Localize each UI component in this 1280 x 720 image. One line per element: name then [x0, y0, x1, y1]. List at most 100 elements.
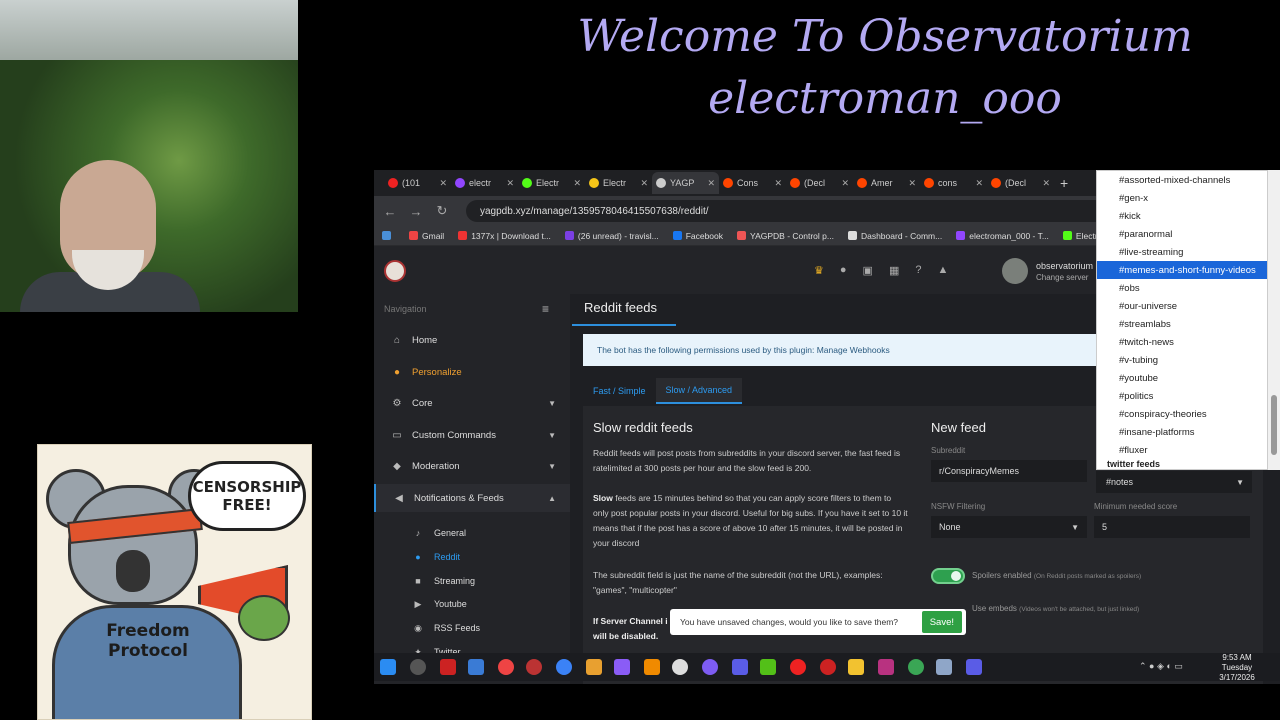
system-tray[interactable]: ⌃ ● ◈ ◐ ▭ — [1139, 661, 1183, 672]
app-icon[interactable] — [586, 659, 602, 675]
score-input[interactable]: 5 — [1094, 516, 1250, 538]
bookmark[interactable]: Dashboard - Comm... — [847, 231, 942, 241]
browser-tab[interactable]: cons ✕ — [920, 172, 987, 194]
sidebar-subitem-streaming[interactable]: ■ Streaming — [374, 569, 570, 593]
close-icon[interactable]: ✕ — [640, 178, 648, 189]
lightbulb-icon[interactable]: ● — [840, 264, 847, 277]
monitor-icon[interactable]: ▣ — [863, 264, 873, 277]
sidebar-subitem-general[interactable]: ♪ General — [374, 521, 570, 545]
bookmark[interactable]: Facebook — [672, 231, 723, 241]
dropdown-option[interactable]: #v-tubing — [1097, 351, 1267, 369]
hamburger-menu-icon[interactable]: ≡ — [542, 302, 549, 316]
browser-tab[interactable]: Cons ✕ — [719, 172, 786, 194]
change-server-link[interactable]: Change server — [1036, 273, 1088, 282]
save-button[interactable]: Save! — [921, 611, 962, 633]
sidebar-item-home[interactable]: ⌂ Home — [374, 326, 570, 354]
dropdown-option[interactable]: #kick — [1097, 207, 1267, 225]
close-icon[interactable]: ✕ — [975, 178, 983, 189]
server-name[interactable]: observatorium — [1036, 261, 1093, 271]
browser-tab[interactable]: (101 ✕ — [384, 172, 451, 194]
close-icon[interactable]: ✕ — [439, 178, 447, 189]
close-icon[interactable]: ✕ — [908, 178, 916, 189]
chrome-icon[interactable] — [908, 659, 924, 675]
dropdown-option[interactable]: #fluxer — [1097, 441, 1267, 459]
bookmark[interactable]: electroman_000 - T... — [956, 231, 1049, 241]
close-icon[interactable]: ✕ — [774, 178, 782, 189]
browser-tab[interactable]: (Decl ✕ — [786, 172, 853, 194]
browser-tab[interactable]: Electr ✕ — [518, 172, 585, 194]
app-icon[interactable] — [702, 659, 718, 675]
tab-slow-advanced[interactable]: Slow / Advanced — [655, 378, 743, 404]
dropdown-scrollbar[interactable] — [1268, 170, 1280, 470]
app-icon[interactable] — [936, 659, 952, 675]
app-icon[interactable] — [820, 659, 836, 675]
crown-icon[interactable]: ♛ — [814, 264, 824, 277]
opera-icon[interactable] — [790, 659, 806, 675]
dropdown-option-highlighted[interactable]: #memes-and-short-funny-videos — [1097, 261, 1267, 279]
dropdown-option[interactable]: #conspiracy-theories — [1097, 405, 1267, 423]
server-avatar[interactable] — [1002, 258, 1028, 284]
sidebar-item-moderation[interactable]: ◆ Moderation ▼ — [374, 452, 570, 480]
back-arrow-icon[interactable]: ← — [382, 204, 398, 219]
sidebar-subitem-reddit[interactable]: ● Reddit — [374, 545, 570, 569]
calendar-icon[interactable] — [468, 659, 484, 675]
close-icon[interactable]: ✕ — [1042, 178, 1050, 189]
sidebar-item-notifications[interactable]: ◀ Notifications & Feeds ▲ — [374, 484, 570, 512]
dropdown-option[interactable]: #paranormal — [1097, 225, 1267, 243]
dropdown-option[interactable]: #politics — [1097, 387, 1267, 405]
close-icon[interactable]: ✕ — [506, 178, 514, 189]
folder-icon[interactable] — [848, 659, 864, 675]
app-icon[interactable] — [498, 659, 514, 675]
bookmark[interactable]: (26 unread) - travisl... — [564, 231, 659, 241]
warning-icon[interactable]: ▲ — [937, 264, 948, 277]
close-icon[interactable]: ✕ — [707, 178, 715, 189]
bookmark[interactable]: YAGPDB - Control p... — [737, 231, 834, 241]
app-icon[interactable] — [732, 659, 748, 675]
yagpdb-logo-icon[interactable] — [384, 260, 406, 282]
bookmark[interactable]: Gmail — [409, 231, 444, 241]
close-icon[interactable]: ✕ — [573, 178, 581, 189]
close-icon[interactable]: ✕ — [841, 178, 849, 189]
app-icon[interactable] — [878, 659, 894, 675]
sidebar-subitem-rss[interactable]: ◉ RSS Feeds — [374, 616, 570, 640]
subreddit-input[interactable]: r/ConspiracyMemes — [931, 460, 1087, 482]
browser-tab[interactable]: Amer ✕ — [853, 172, 920, 194]
url-field[interactable]: yagpdb.xyz/manage/1359578046415507638/re… — [466, 200, 1106, 222]
spoilers-toggle[interactable] — [931, 568, 965, 584]
dropdown-option[interactable]: #assorted-mixed-channels — [1097, 171, 1267, 189]
dropdown-option[interactable]: #youtube — [1097, 369, 1267, 387]
app-icon[interactable] — [440, 659, 456, 675]
dropdown-option[interactable]: #insane-platforms — [1097, 423, 1267, 441]
windows-start-icon[interactable] — [380, 659, 396, 675]
tab-fast-simple[interactable]: Fast / Simple — [583, 378, 656, 404]
clock[interactable]: 9:53 AM Tuesday 3/17/2026 — [1194, 653, 1280, 683]
app-icon[interactable] — [760, 659, 776, 675]
dropdown-option[interactable]: #live-streaming — [1097, 243, 1267, 261]
help-icon[interactable]: ? — [915, 264, 921, 277]
app-icon[interactable] — [614, 659, 630, 675]
scrollbar-thumb[interactable] — [1271, 395, 1277, 455]
browser-icon[interactable] — [556, 659, 572, 675]
dropdown-option[interactable]: #twitch-news — [1097, 333, 1267, 351]
sidebar-item-personalize[interactable]: ● Personalize — [374, 358, 570, 386]
dropdown-option[interactable]: #gen-x — [1097, 189, 1267, 207]
browser-tab-active[interactable]: YAGP ✕ — [652, 172, 719, 194]
app-icon[interactable] — [966, 659, 982, 675]
browser-tab[interactable]: Electr ✕ — [585, 172, 652, 194]
bookmark[interactable]: 1377x | Download t... — [458, 231, 551, 241]
browser-tab[interactable]: electr ✕ — [451, 172, 518, 194]
forward-arrow-icon[interactable]: → — [408, 204, 424, 219]
sidebar-subitem-youtube[interactable]: ▶ Youtube — [374, 592, 570, 616]
browser-tab[interactable]: (Decl ✕ — [987, 172, 1054, 194]
nsfw-select[interactable]: None ▼ — [931, 516, 1087, 538]
search-icon[interactable] — [410, 659, 426, 675]
sidebar-item-custom-commands[interactable]: ▭ Custom Commands ▼ — [374, 421, 570, 449]
dropdown-option[interactable]: #our-universe — [1097, 297, 1267, 315]
dropdown-option[interactable]: #streamlabs — [1097, 315, 1267, 333]
keyboard-icon[interactable]: ▦ — [889, 264, 899, 277]
vlc-icon[interactable] — [644, 659, 660, 675]
app-icon[interactable] — [526, 659, 542, 675]
reload-icon[interactable]: ↻ — [434, 203, 450, 219]
obs-icon[interactable] — [672, 659, 688, 675]
new-tab-button[interactable]: + — [1060, 175, 1068, 191]
